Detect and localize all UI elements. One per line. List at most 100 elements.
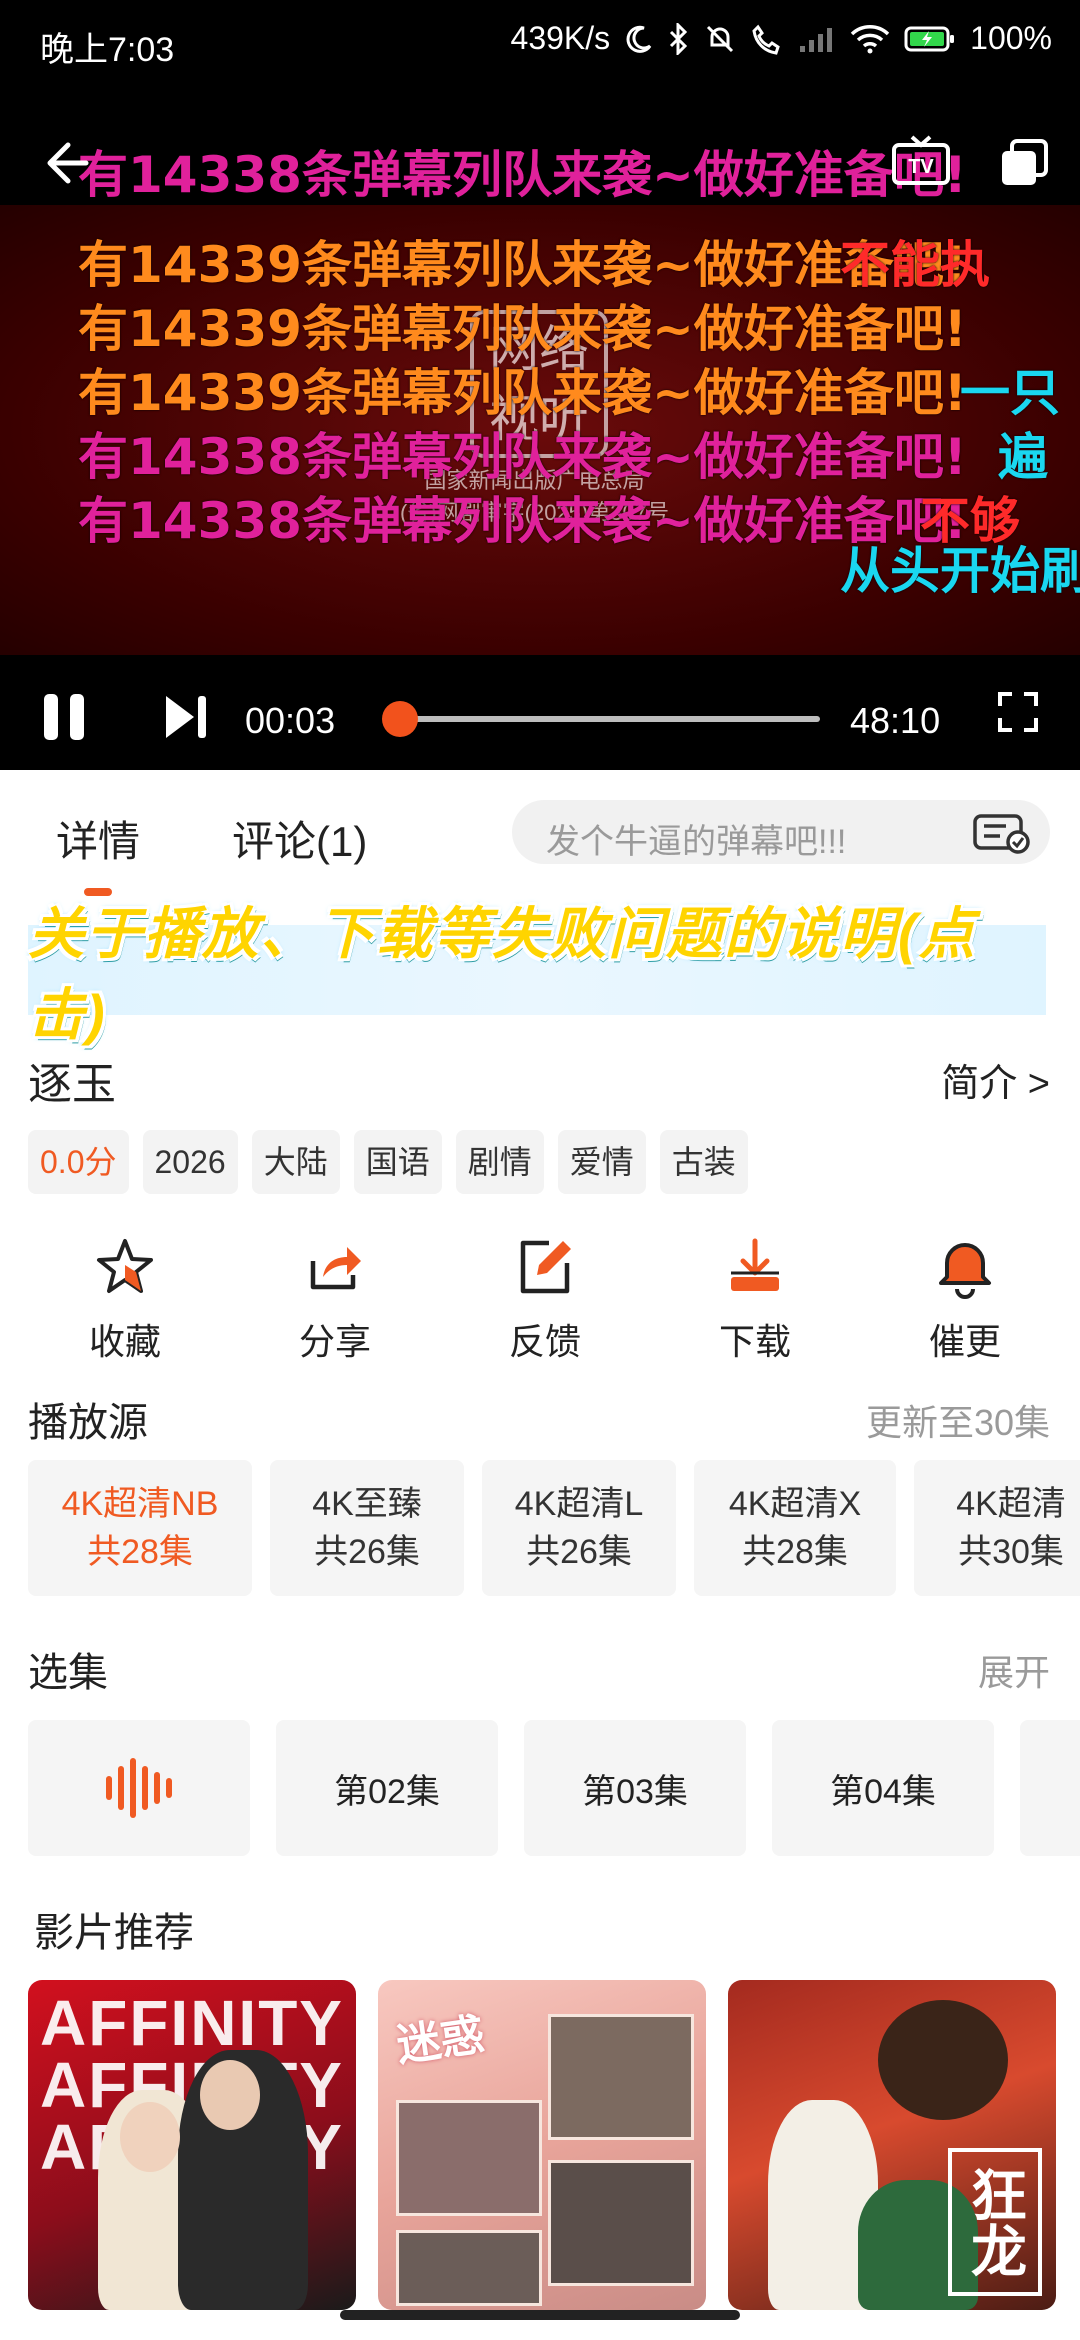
poster-title-line: AFFINITY xyxy=(40,1987,344,2059)
picture-in-picture-icon[interactable] xyxy=(998,137,1050,189)
net-speed: 439K/s xyxy=(510,20,611,56)
video-player[interactable]: 网络视听 国家新闻出版广电总局 (省)网剧审字(2025)第307号 有1433… xyxy=(0,95,1080,770)
favorite-button[interactable]: 收藏 xyxy=(40,1235,210,1365)
source-card[interactable]: 4K至臻 共26集 xyxy=(270,1460,464,1596)
action-label: 收藏 xyxy=(88,1321,161,1362)
genre-tag: 爱情 xyxy=(557,1130,646,1194)
rating-tag: 0.0分 xyxy=(28,1130,129,1194)
language-tag: 国语 xyxy=(353,1130,442,1194)
sources-update-info: 更新至30集 xyxy=(865,1402,1050,1443)
danmaku-input[interactable]: 发个牛逼的弹幕吧!!! xyxy=(512,800,1050,864)
source-count: 共30集 xyxy=(958,1533,1064,1571)
source-card[interactable]: 4K超清NB 共28集 xyxy=(28,1460,252,1596)
year-tag: 2026 xyxy=(142,1130,238,1194)
status-time: 晚上7:03 xyxy=(40,31,175,69)
tab-comments[interactable]: 评论(1) xyxy=(232,808,367,869)
recommendation-card[interactable]: 狂龙 xyxy=(728,1980,1056,2310)
source-list: 4K超清NB 共28集 4K至臻 共26集 4K超清L 共26集 4K超清X 共… xyxy=(28,1460,1080,1596)
action-label: 催更 xyxy=(928,1321,1001,1362)
source-name: 4K超清X xyxy=(728,1485,862,1523)
tv-cast-icon[interactable]: TV xyxy=(890,135,952,191)
total-time: 48:10 xyxy=(850,700,941,741)
star-icon xyxy=(97,1239,153,1293)
tab-details[interactable]: 详情 xyxy=(56,808,140,869)
sound-wave-icon xyxy=(106,1758,172,1818)
danmaku-input-placeholder: 发个牛逼的弹幕吧!!! xyxy=(546,823,847,861)
source-count: 共28集 xyxy=(742,1533,848,1571)
poster-photo xyxy=(548,2160,694,2286)
remind-update-button[interactable]: 催更 xyxy=(880,1235,1050,1365)
action-label: 分享 xyxy=(298,1321,371,1362)
detail-tabs: 详情 评论(1) 发个牛逼的弹幕吧!!! xyxy=(0,770,1080,896)
source-name: 4K超清L xyxy=(514,1485,644,1523)
recommendations-title: 影片推荐 xyxy=(34,1911,194,1955)
progress-bar[interactable] xyxy=(382,701,820,737)
video-seal-logo: 网络视听 xyxy=(470,310,608,458)
bell-icon xyxy=(939,1243,991,1299)
playback-notice-banner[interactable]: 关于播放、下载等失败问题的说明(点击) xyxy=(28,902,1046,1046)
action-label: 反馈 xyxy=(508,1321,581,1362)
region-tag: 大陆 xyxy=(251,1130,340,1194)
edit-icon xyxy=(520,1240,571,1294)
recommendation-list: AFFINITY AFFINITY AFFINITY 迷惑 狂龙 xyxy=(28,1980,1056,2310)
source-name: 4K超清 xyxy=(956,1485,1066,1523)
notice-text-main: 关于播放、下载等失败问题的说明 xyxy=(28,902,898,965)
recommendation-card[interactable]: 迷惑 xyxy=(378,1980,706,2310)
video-license-caption: 国家新闻出版广电总局 (省)网剧审字(2025)第307号 xyxy=(400,465,669,529)
status-bar: 晚上7:03 439K/s 100% xyxy=(0,0,1080,95)
genre-tag: 古装 xyxy=(659,1130,748,1194)
poster-face xyxy=(120,2102,180,2172)
show-title: 逐玉 xyxy=(28,1060,116,1109)
notice-text: 关于播放、下载等失败问题的说明(点击) xyxy=(28,889,1046,1051)
source-count: 共26集 xyxy=(314,1533,420,1571)
episode-card[interactable]: 第03集 xyxy=(524,1720,746,1856)
download-button[interactable]: 下载 xyxy=(670,1235,840,1365)
video-caption-line: (省)网剧审字(2025)第307号 xyxy=(400,500,669,525)
source-name: 4K至臻 xyxy=(312,1485,422,1523)
video-caption-line: 国家新闻出版广电总局 xyxy=(424,468,645,493)
action-row: 收藏 分享 反馈 下载 催更 xyxy=(40,1235,1050,1365)
poster-photo xyxy=(396,2100,542,2216)
fullscreen-icon[interactable] xyxy=(996,690,1040,734)
call-forward-icon xyxy=(752,24,780,55)
svg-text:TV: TV xyxy=(908,156,934,178)
episode-card[interactable]: 第04集 xyxy=(772,1720,994,1856)
progress-thumb[interactable] xyxy=(382,701,419,737)
download-icon xyxy=(731,1238,779,1291)
danmaku-settings-icon[interactable] xyxy=(972,812,1032,854)
player-controls: 00:03 48:10 xyxy=(0,660,1080,770)
show-tags: 0.0分 2026 大陆 国语 剧情 爱情 古装 xyxy=(28,1130,748,1194)
share-button[interactable]: 分享 xyxy=(250,1235,420,1365)
source-name: 4K超清NB xyxy=(61,1485,219,1523)
status-icons: 439K/s 100% xyxy=(511,20,1052,57)
wifi-icon xyxy=(850,24,890,53)
poster-title: 迷惑 xyxy=(393,2010,488,2071)
pause-icon[interactable] xyxy=(40,690,90,744)
video-frame[interactable]: 网络视听 国家新闻出版广电总局 (省)网剧审字(2025)第307号 xyxy=(0,205,1080,655)
episode-card-playing[interactable] xyxy=(28,1720,250,1856)
home-indicator[interactable] xyxy=(340,2310,740,2320)
action-label: 下载 xyxy=(718,1321,791,1362)
episode-card[interactable]: 第02集 xyxy=(276,1720,498,1856)
feedback-button[interactable]: 反馈 xyxy=(460,1235,630,1365)
battery-charging-icon xyxy=(904,26,955,51)
intro-link[interactable]: 简介 > xyxy=(941,1052,1050,1107)
episodes-expand[interactable]: 展开 xyxy=(978,1644,1050,1696)
current-time: 00:03 xyxy=(245,700,336,741)
back-arrow-icon[interactable] xyxy=(38,135,94,191)
recommendation-card[interactable]: AFFINITY AFFINITY AFFINITY xyxy=(28,1980,356,2310)
source-count: 共26集 xyxy=(526,1533,632,1571)
poster-title: 狂龙 xyxy=(948,2148,1042,2296)
episodes-title: 选集 xyxy=(28,1651,108,1695)
sources-title: 播放源 xyxy=(28,1401,148,1445)
poster-face xyxy=(200,2060,260,2130)
source-card[interactable]: 4K超清L 共26集 xyxy=(482,1460,676,1596)
poster-photo xyxy=(548,2014,694,2140)
next-episode-icon[interactable] xyxy=(160,692,210,742)
moon-icon xyxy=(626,25,652,53)
episode-card[interactable] xyxy=(1020,1720,1080,1856)
source-card[interactable]: 4K超清X 共28集 xyxy=(694,1460,896,1596)
source-count: 共28集 xyxy=(87,1533,193,1571)
cellular-signal-icon xyxy=(800,27,833,52)
source-card[interactable]: 4K超清 共30集 xyxy=(914,1460,1080,1596)
